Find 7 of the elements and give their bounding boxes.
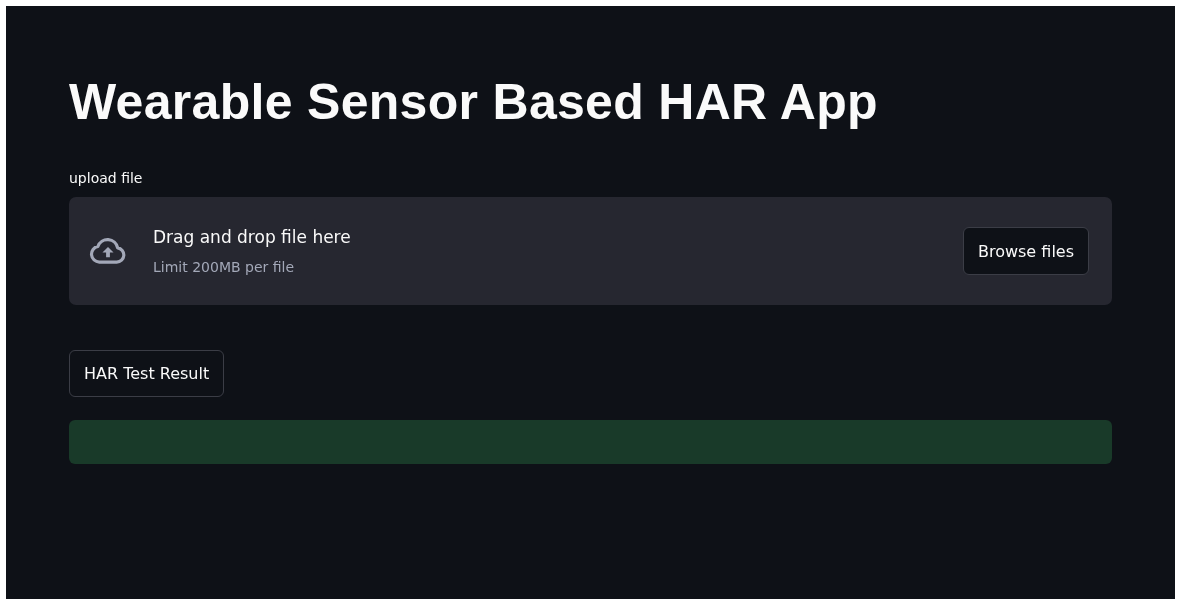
page-title: Wearable Sensor Based HAR App (69, 73, 879, 132)
uploader-label: upload file (69, 169, 144, 187)
dropzone-instruction: Drag and drop file here (153, 225, 351, 248)
file-size-limit: Limit 200MB per file (153, 257, 295, 277)
har-test-result-button[interactable]: HAR Test Result (69, 350, 225, 397)
browse-files-button[interactable]: Browse files (962, 227, 1089, 275)
file-dropzone[interactable]: Drag and drop file here Limit 200MB per file Browse files (69, 197, 1112, 305)
